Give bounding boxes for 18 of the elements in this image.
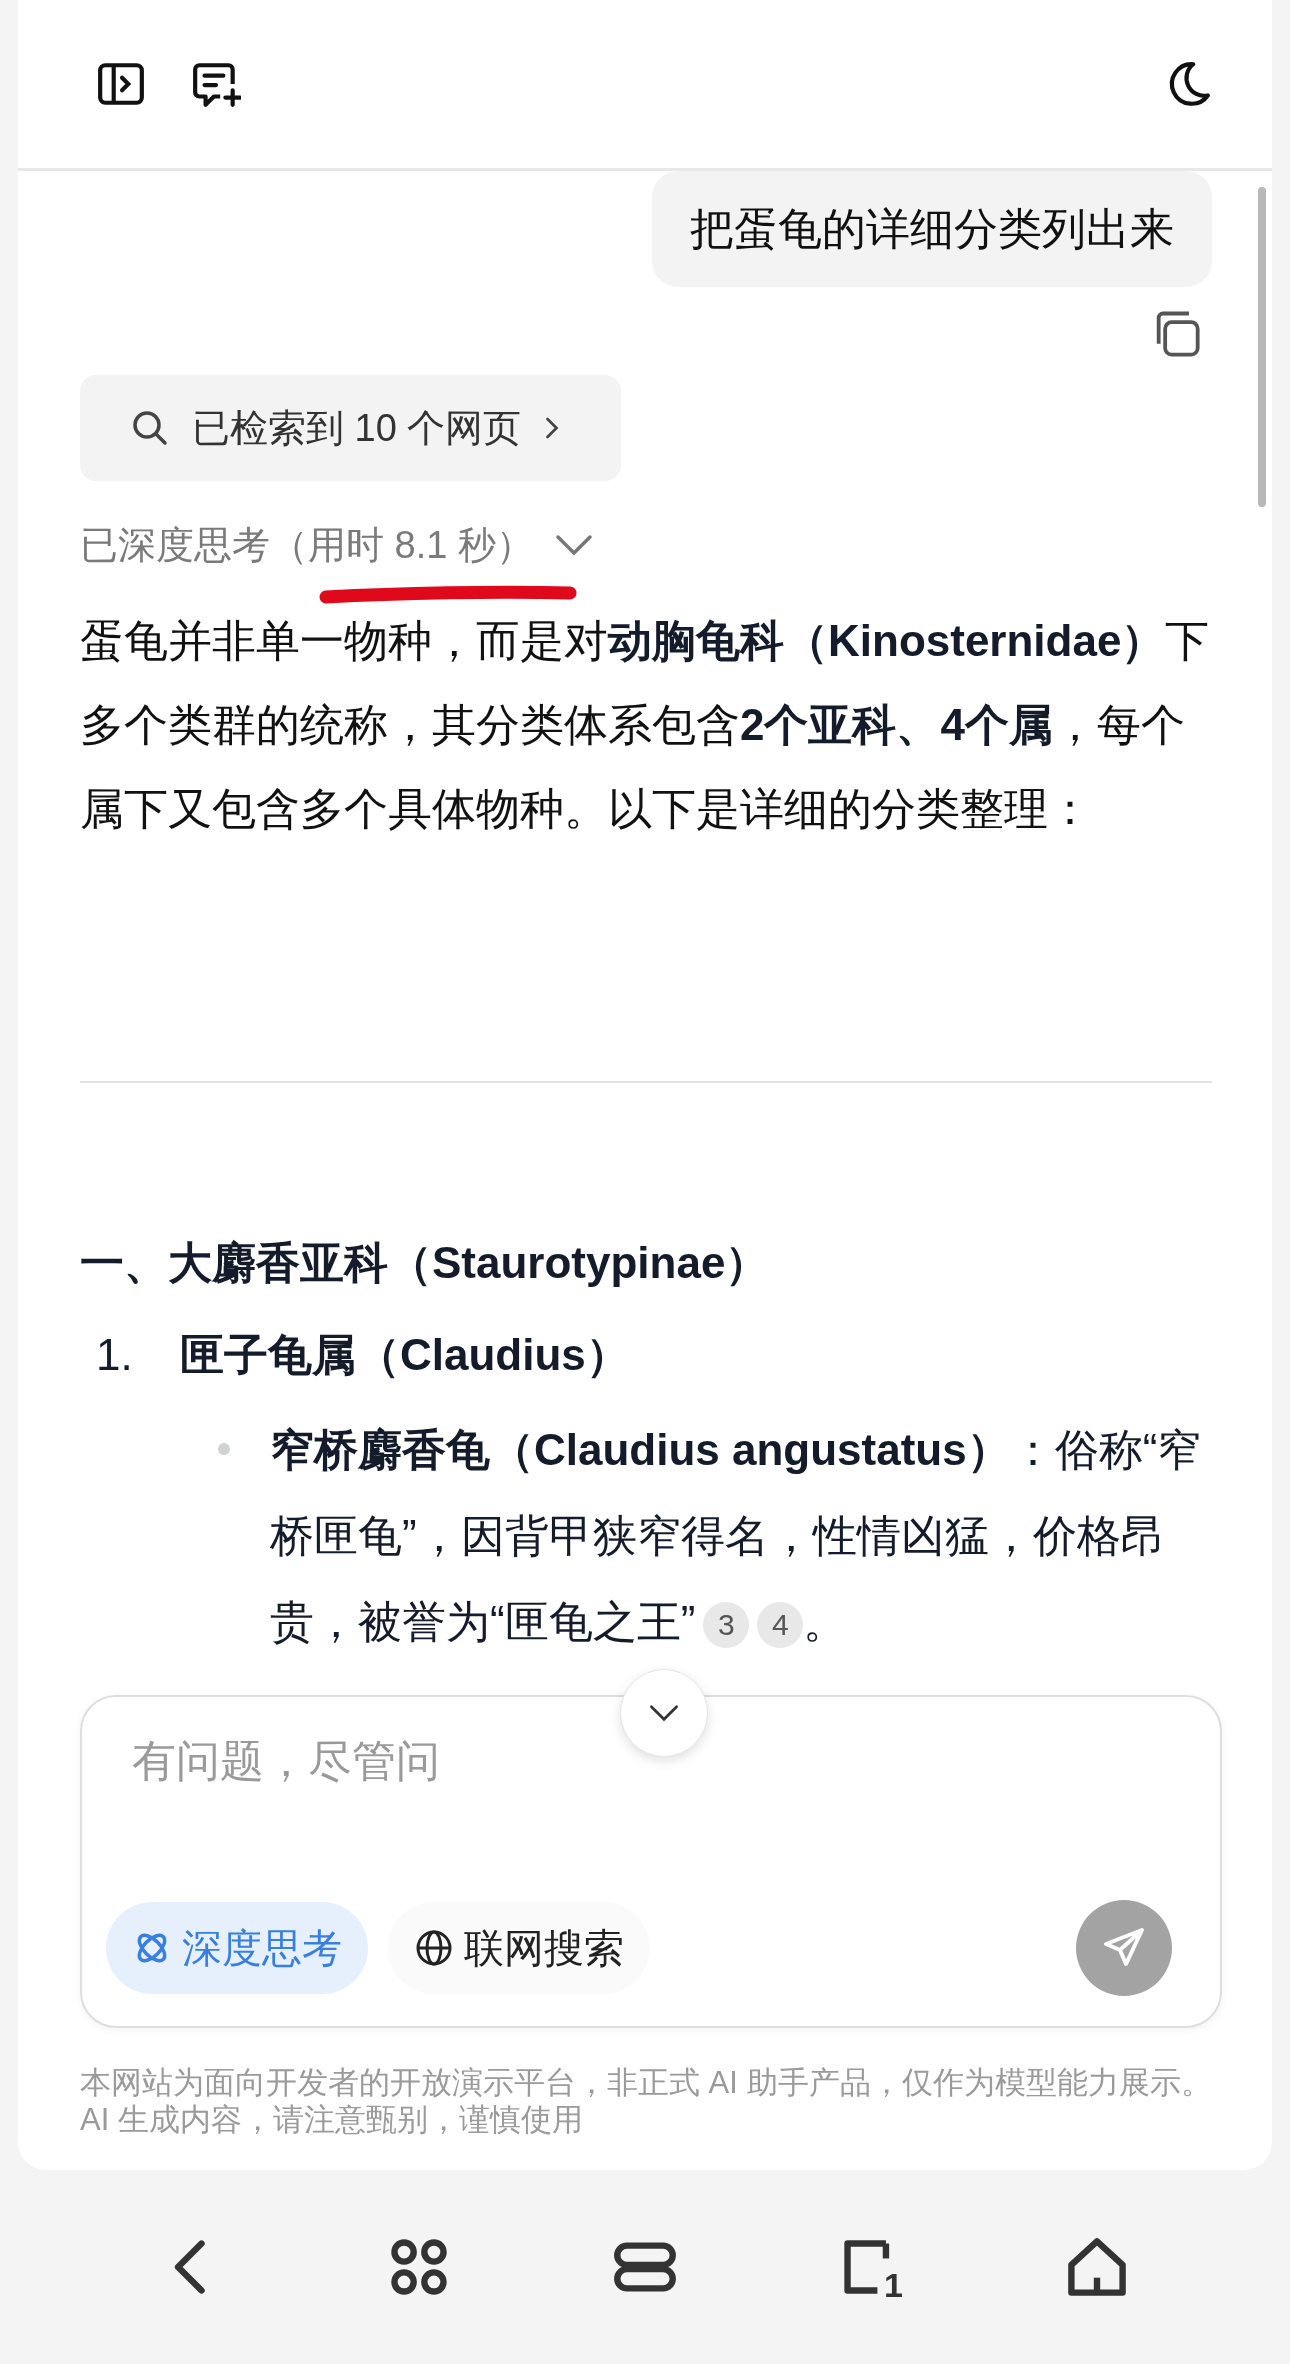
chevron-down-icon[interactable] [553,533,594,557]
list-number: 1. [95,1329,134,1381]
list-item-text: 窄桥麝香龟（Claudius angustatus）：俗称“窄桥匣龟”，因背甲狭窄得名，性情凶猛，价格昂贵，被誉为“匣龟之王” 3 4 。 [270,1407,1212,1665]
list-item-title: 匣子龟属（Claudius） [180,1329,630,1381]
globe-icon [414,1928,454,1968]
section-heading: 一、大麝香亚科（Staurotypinae） [80,1237,771,1289]
web-search-toggle[interactable]: 联网搜索 [388,1902,650,1994]
disclaimer-text: 本网站为面向开发者的开放演示平台，非正式 AI 助手产品，仅作为模型能力展示。AI 生成内容，请注意甄别，谨慎使用 [80,2064,1212,2138]
message-input[interactable]: 有问题，尽管问 [106,1731,1172,1791]
tabs-button[interactable]: 1 [839,2235,903,2299]
bullet-icon [218,1443,230,1455]
search-icon [130,408,170,448]
thinking-toggle[interactable]: 已深度思考（用时 8.1 秒） [80,519,534,571]
search-results-button[interactable]: 已检索到 10 个网页 [80,375,622,481]
answer-paragraph: 蛋龟并非单一物种，而是对动胸龟科（Kinosternidae）下多个类群的统称，其分类体系包含2个亚科、4个属，每个属下又包含多个具体物种。以下是详细的分类整理： [80,615,1211,835]
home-icon[interactable] [1065,2235,1129,2299]
user-message: 把蛋龟的详细分类列出来 [652,171,1212,287]
scrollbar[interactable] [1258,187,1266,507]
